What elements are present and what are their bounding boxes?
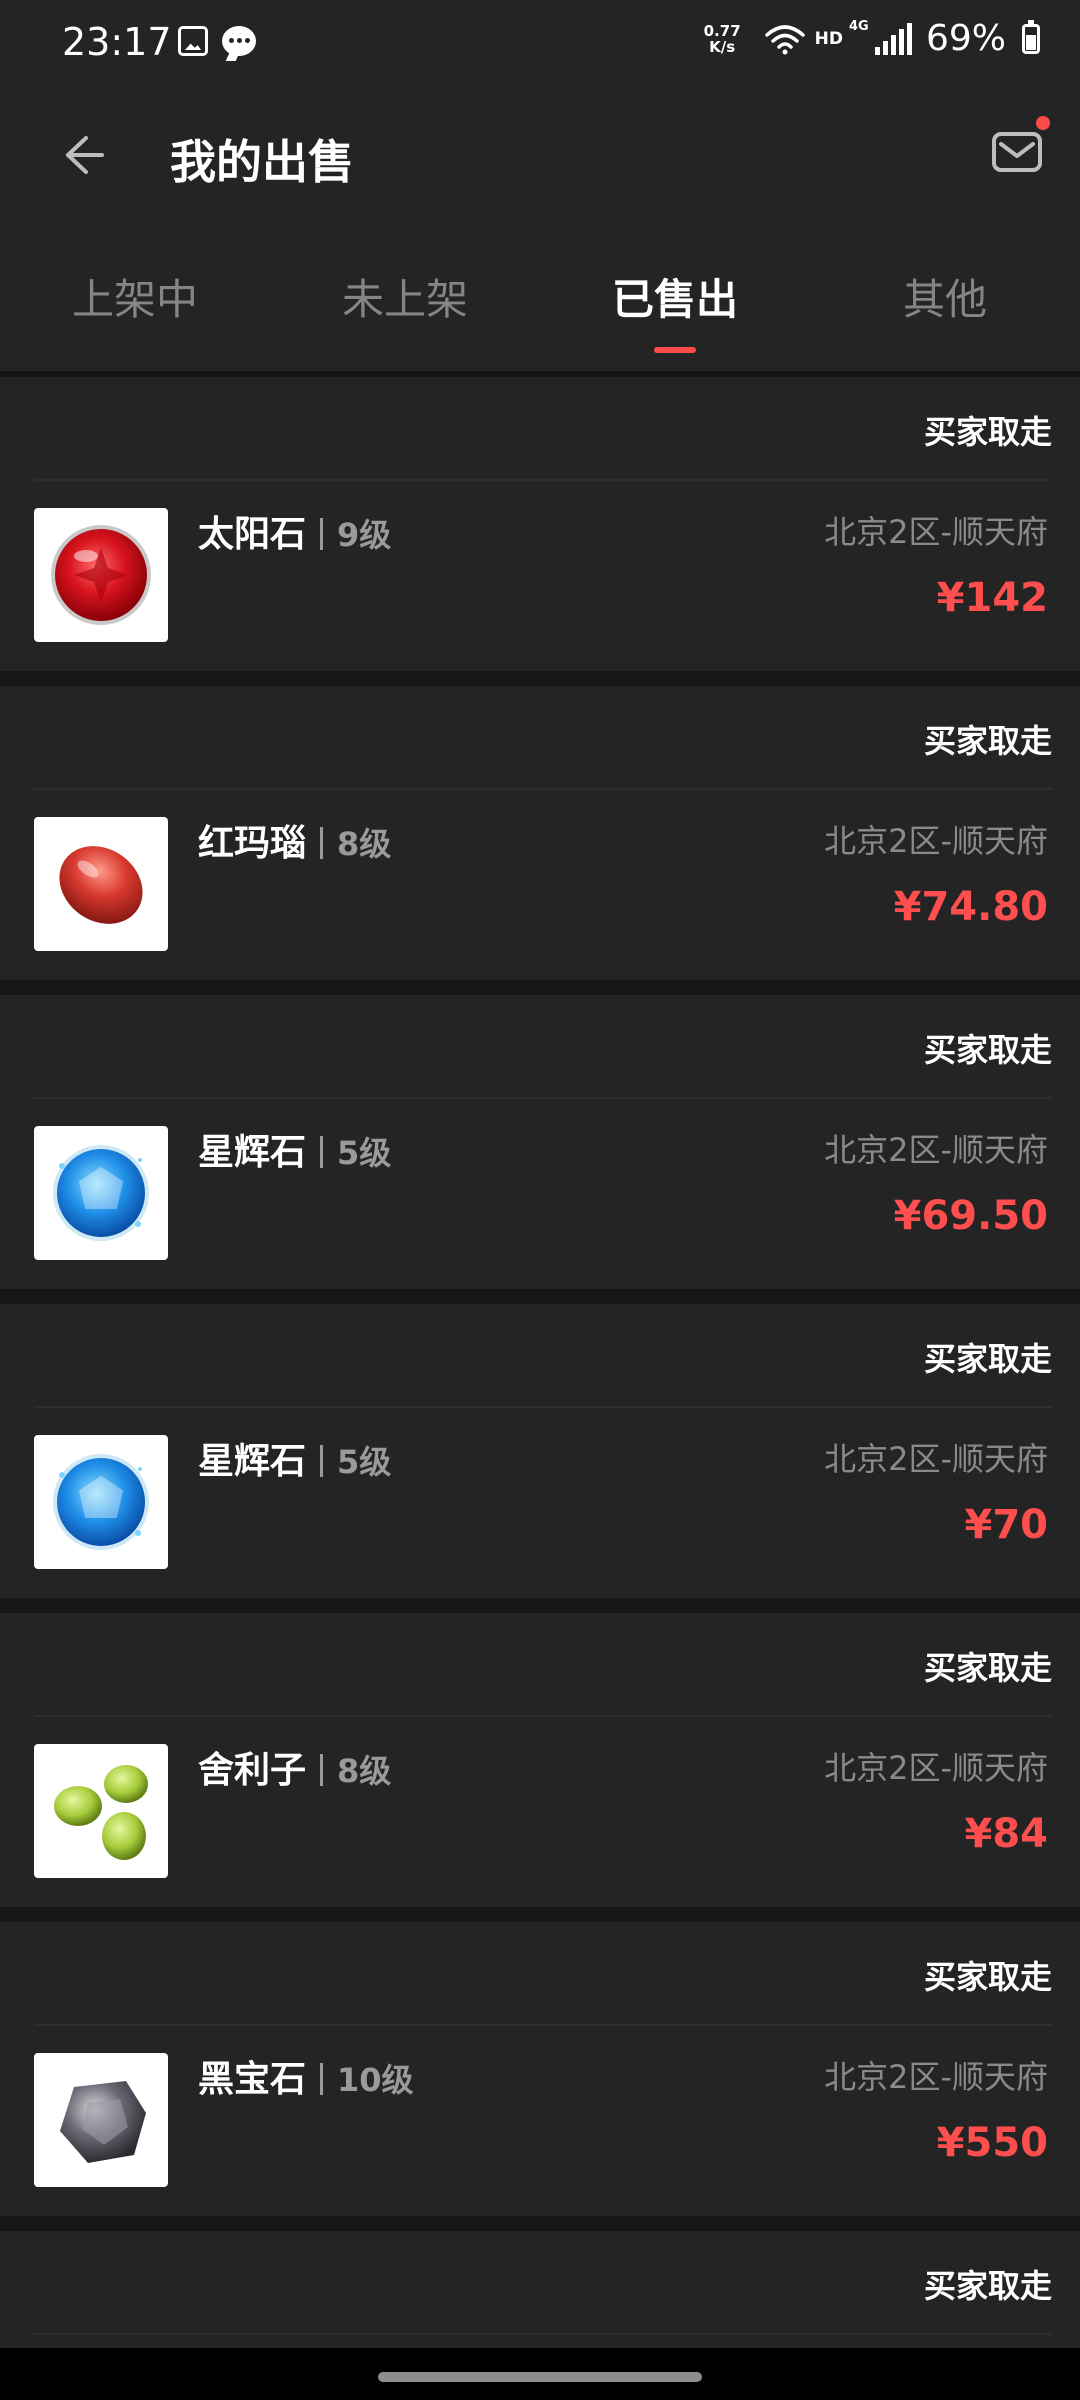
order-status: 买家取走 bbox=[923, 1031, 1052, 1069]
divider bbox=[34, 788, 1052, 790]
item-name: 星辉石 bbox=[198, 1441, 307, 1482]
item-level: 9级 bbox=[337, 516, 392, 554]
divider bbox=[34, 2024, 1052, 2026]
sarira-icon bbox=[34, 1744, 168, 1878]
wifi-icon bbox=[764, 23, 805, 55]
separator bbox=[320, 827, 324, 859]
battery-percentage: 69% bbox=[925, 18, 1006, 59]
hd-label: HD bbox=[814, 28, 843, 49]
item-title: 星辉石 5级 bbox=[198, 1123, 391, 1175]
separator bbox=[320, 1445, 324, 1477]
network-speed-unit: K/s bbox=[709, 37, 736, 56]
item-server: 北京2区-顺天府 bbox=[824, 1749, 1048, 1787]
item-server: 北京2区-顺天府 bbox=[824, 1440, 1048, 1478]
item-level: 5级 bbox=[337, 1443, 392, 1481]
item-price: ¥84 bbox=[964, 1811, 1049, 1857]
divider bbox=[34, 1406, 1052, 1408]
divider bbox=[34, 1097, 1052, 1099]
order-status: 买家取走 bbox=[923, 1340, 1052, 1378]
status-time: 23:17 bbox=[62, 20, 172, 64]
home-indicator[interactable] bbox=[378, 2372, 702, 2382]
tab-listed[interactable]: 上架中 bbox=[0, 220, 270, 371]
list-item[interactable]: 买家取走 红玛瑙 8级 北京2区-顺天府 ¥74.80 bbox=[0, 686, 1080, 980]
item-server: 北京2区-顺天府 bbox=[824, 1131, 1048, 1169]
star-stone-icon bbox=[34, 1435, 168, 1569]
black-gem-icon bbox=[34, 2053, 168, 2187]
separator bbox=[320, 1136, 324, 1168]
red-agate-icon bbox=[34, 817, 168, 951]
tab-bar: 上架中 未上架 已售出 其他 bbox=[0, 220, 1080, 374]
item-level: 8级 bbox=[337, 1752, 392, 1790]
divider bbox=[34, 2333, 1052, 2335]
item-title: 太阳石 9级 bbox=[198, 505, 391, 557]
item-title: 黑宝石 10级 bbox=[198, 2050, 414, 2102]
chat-icon bbox=[222, 26, 256, 56]
item-title: 舍利子 8级 bbox=[198, 1741, 391, 1793]
list-item[interactable]: 买家取走 bbox=[0, 2231, 1080, 2361]
item-server: 北京2区-顺天府 bbox=[824, 2058, 1048, 2096]
tab-other[interactable]: 其他 bbox=[810, 220, 1080, 371]
app-header: 我的出售 bbox=[0, 90, 1080, 220]
separator bbox=[320, 518, 324, 550]
arrow-left-icon[interactable] bbox=[46, 122, 112, 188]
order-status: 买家取走 bbox=[923, 722, 1052, 760]
item-level: 8级 bbox=[337, 825, 392, 863]
item-name: 舍利子 bbox=[198, 1750, 307, 1791]
item-name: 星辉石 bbox=[198, 1132, 307, 1173]
battery-icon bbox=[1022, 19, 1040, 54]
item-name: 红玛瑙 bbox=[198, 823, 307, 864]
order-status: 买家取走 bbox=[923, 1958, 1052, 1996]
item-name: 黑宝石 bbox=[198, 2059, 307, 2100]
sold-items-list: 买家取走 太阳石 9级 北京2区-顺天府 ¥142 买家取走 红玛瑙 8级 北京2 bbox=[0, 377, 1080, 2361]
item-price: ¥550 bbox=[936, 2120, 1048, 2166]
page-title: 我的出售 bbox=[170, 135, 354, 189]
status-notification-icons bbox=[178, 26, 256, 56]
item-level: 5级 bbox=[337, 1134, 392, 1172]
item-title: 星辉石 5级 bbox=[198, 1432, 391, 1484]
tab-sold[interactable]: 已售出 bbox=[540, 220, 810, 371]
network-speed: 0.77 K/s bbox=[704, 23, 741, 55]
item-price: ¥69.50 bbox=[893, 1193, 1048, 1239]
order-status: 买家取走 bbox=[923, 413, 1052, 451]
network-type-label: 4G bbox=[848, 18, 869, 34]
status-bar: 23:17 0.77 K/s HD 4G 69% bbox=[0, 0, 1080, 90]
list-item[interactable]: 买家取走 黑宝石 10级 北京2区-顺天府 ¥550 bbox=[0, 1922, 1080, 2216]
gallery-icon bbox=[178, 26, 208, 56]
item-price: ¥142 bbox=[936, 575, 1048, 621]
list-item[interactable]: 买家取走 太阳石 9级 北京2区-顺天府 ¥142 bbox=[0, 377, 1080, 671]
item-server: 北京2区-顺天府 bbox=[824, 513, 1048, 551]
mail-badge-dot bbox=[1036, 116, 1050, 130]
list-item[interactable]: 买家取走 星辉石 5级 北京2区-顺天府 ¥69.50 bbox=[0, 995, 1080, 1289]
order-status: 买家取走 bbox=[923, 2267, 1052, 2305]
item-level: 10级 bbox=[337, 2061, 414, 2099]
item-server: 北京2区-顺天府 bbox=[824, 822, 1048, 860]
divider bbox=[34, 479, 1052, 481]
item-title: 红玛瑙 8级 bbox=[198, 814, 391, 866]
item-price: ¥74.80 bbox=[893, 884, 1048, 930]
list-item[interactable]: 买家取走 星辉石 5级 北京2区-顺天府 ¥70 bbox=[0, 1304, 1080, 1598]
divider bbox=[34, 1715, 1052, 1717]
network-speed-value: 0.77 bbox=[703, 21, 741, 40]
separator bbox=[320, 2063, 324, 2095]
status-system-icons: 0.77 K/s HD 4G 69% bbox=[704, 18, 1040, 59]
star-stone-icon bbox=[34, 1126, 168, 1260]
tab-unlisted[interactable]: 未上架 bbox=[270, 220, 540, 371]
sun-stone-icon bbox=[34, 508, 168, 642]
item-price: ¥70 bbox=[964, 1502, 1049, 1548]
item-name: 太阳石 bbox=[198, 514, 307, 555]
list-item[interactable]: 买家取走 舍利子 8级 北京2区-顺天府 ¥84 bbox=[0, 1613, 1080, 1907]
signal-icon: 4G bbox=[849, 19, 912, 55]
order-status: 买家取走 bbox=[923, 1649, 1052, 1687]
separator bbox=[320, 1754, 324, 1786]
